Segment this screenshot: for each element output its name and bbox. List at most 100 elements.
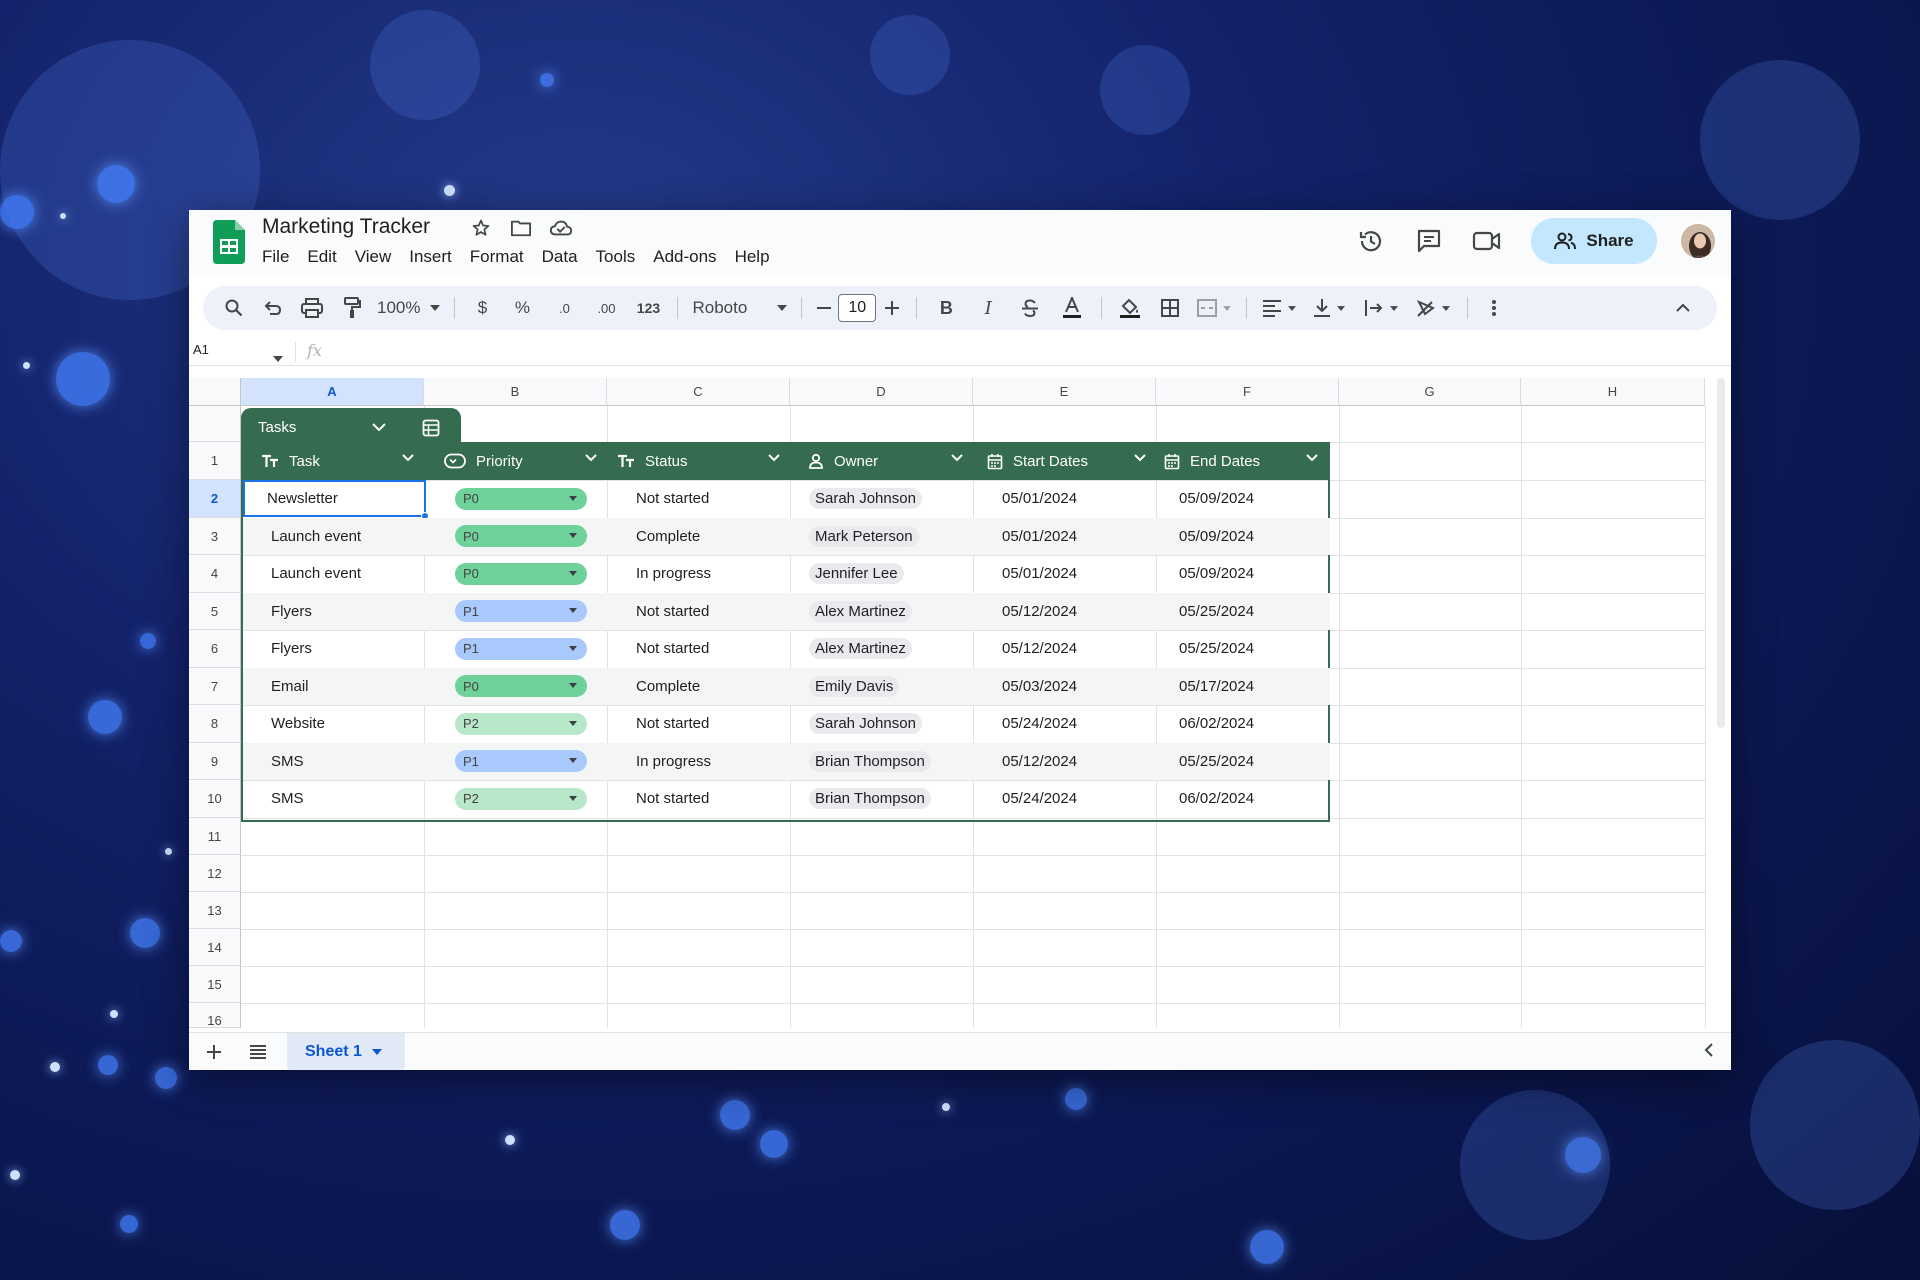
status-cell[interactable]: In progress — [636, 555, 711, 592]
table-row[interactable]: Flyers P1 Not started Alex Martinez 05/1… — [243, 630, 1330, 668]
table-row[interactable]: Website P2 Not started Sarah Johnson 05/… — [243, 705, 1330, 743]
row-header-3[interactable]: 3 — [189, 518, 241, 555]
priority-chip[interactable]: P0 — [455, 487, 587, 510]
menu-add-ons[interactable]: Add-ons — [644, 245, 725, 269]
row-header-14[interactable]: 14 — [189, 929, 241, 966]
column-header-e[interactable]: E — [973, 378, 1156, 406]
column-header-g[interactable]: G — [1339, 378, 1521, 406]
row-header-9[interactable]: 9 — [189, 743, 241, 780]
column-header-d[interactable]: D — [790, 378, 973, 406]
header-task[interactable]: Task — [243, 442, 426, 480]
row-header-10[interactable]: 10 — [189, 780, 241, 818]
table-row[interactable]: Flyers P1 Not started Alex Martinez 05/1… — [243, 592, 1330, 630]
vertical-align-icon[interactable] — [1303, 292, 1355, 324]
header-start-dates[interactable]: Start Dates — [975, 442, 1158, 480]
priority-cell[interactable]: P0 — [455, 518, 587, 555]
status-cell[interactable]: Not started — [636, 593, 709, 630]
task-cell[interactable]: Launch event — [271, 518, 361, 555]
status-cell[interactable]: Complete — [636, 518, 700, 555]
chevron-down-icon[interactable] — [585, 454, 597, 462]
task-cell[interactable]: Website — [271, 705, 325, 742]
priority-cell[interactable]: P2 — [455, 780, 587, 817]
status-cell[interactable]: Not started — [636, 780, 709, 817]
owner-cell[interactable]: Alex Martinez — [809, 630, 912, 667]
folder-move-icon[interactable] — [508, 215, 534, 241]
owner-chip[interactable]: Emily Davis — [809, 675, 900, 697]
table-row[interactable]: Launch event P0 Complete Mark Peterson 0… — [243, 517, 1330, 555]
text-rotation-icon[interactable] — [1407, 292, 1459, 324]
start-date-cell[interactable]: 05/12/2024 — [1002, 630, 1077, 667]
row-header-13[interactable]: 13 — [189, 892, 241, 929]
row-header-6[interactable]: 6 — [189, 630, 241, 668]
row-header-1[interactable]: 1 — [189, 442, 241, 480]
header-end-dates[interactable]: End Dates — [1158, 442, 1330, 480]
owner-cell[interactable]: Brian Thompson — [809, 743, 931, 780]
currency-format-button[interactable]: $ — [463, 292, 501, 324]
chevron-left-icon[interactable] — [1704, 1043, 1713, 1062]
start-date-cell[interactable]: 05/12/2024 — [1002, 743, 1077, 780]
sheets-logo-icon[interactable] — [213, 220, 245, 264]
owner-cell[interactable]: Sarah Johnson — [809, 705, 922, 742]
priority-cell[interactable]: P2 — [455, 705, 587, 742]
row-header-7[interactable]: 7 — [189, 668, 241, 705]
document-title[interactable]: Marketing Tracker — [262, 215, 430, 239]
owner-chip[interactable]: Alex Martinez — [809, 638, 912, 659]
task-cell[interactable]: SMS — [271, 780, 304, 817]
menu-data[interactable]: Data — [533, 245, 587, 269]
search-menus-icon[interactable] — [215, 292, 253, 324]
table-row[interactable]: Newsletter P0 Not started Sarah Johnson … — [243, 480, 1330, 520]
end-date-cell[interactable]: 05/09/2024 — [1179, 555, 1254, 592]
owner-cell[interactable]: Alex Martinez — [809, 593, 912, 630]
start-date-cell[interactable]: 05/03/2024 — [1002, 668, 1077, 705]
end-date-cell[interactable]: 05/25/2024 — [1179, 593, 1254, 630]
menu-insert[interactable]: Insert — [400, 245, 461, 269]
end-date-cell[interactable]: 05/25/2024 — [1179, 630, 1254, 667]
priority-cell[interactable]: P1 — [455, 743, 587, 780]
task-cell[interactable]: Launch event — [271, 555, 361, 592]
italic-button[interactable]: I — [967, 292, 1009, 324]
undo-icon[interactable] — [253, 292, 291, 324]
sheet-tab-sheet-1[interactable]: Sheet 1 — [287, 1033, 405, 1070]
chevron-down-icon[interactable] — [371, 1049, 382, 1055]
collapse-toolbar-icon[interactable] — [1665, 292, 1701, 324]
version-history-icon[interactable] — [1349, 219, 1393, 263]
owner-chip[interactable]: Sarah Johnson — [809, 713, 922, 734]
priority-chip[interactable]: P1 — [455, 600, 587, 622]
meet-video-icon[interactable] — [1465, 219, 1509, 263]
decrease-decimal-button[interactable]: .0 — [543, 292, 585, 324]
share-button[interactable]: Share — [1531, 218, 1657, 264]
star-icon[interactable] — [468, 215, 494, 241]
text-wrapping-icon[interactable] — [1355, 292, 1407, 324]
task-cell[interactable]: Email — [271, 668, 309, 705]
avatar[interactable] — [1679, 222, 1717, 260]
cloud-status-icon[interactable] — [548, 215, 574, 241]
menu-edit[interactable]: Edit — [298, 245, 345, 269]
name-box[interactable]: A1 — [193, 342, 209, 357]
start-date-cell[interactable]: 05/24/2024 — [1002, 705, 1077, 742]
row-header-8[interactable]: 8 — [189, 705, 241, 743]
table-row[interactable]: Launch event P0 In progress Jennifer Lee… — [243, 555, 1330, 593]
priority-chip[interactable]: P1 — [455, 637, 587, 660]
start-date-cell[interactable]: 05/01/2024 — [1002, 555, 1077, 592]
zoom-select[interactable]: 100% — [371, 292, 446, 324]
priority-cell[interactable]: P1 — [455, 630, 587, 667]
owner-chip[interactable]: Alex Martinez — [809, 600, 912, 622]
increase-font-size-icon[interactable] — [876, 292, 908, 324]
horizontal-align-icon[interactable] — [1255, 292, 1303, 324]
owner-chip[interactable]: Brian Thompson — [809, 750, 931, 772]
end-date-cell[interactable]: 06/02/2024 — [1179, 780, 1254, 817]
header-owner[interactable]: Owner — [792, 442, 975, 480]
chevron-down-icon[interactable] — [1134, 454, 1146, 462]
column-header-c[interactable]: C — [607, 378, 790, 406]
text-color-icon[interactable] — [1051, 292, 1093, 324]
row-header-12[interactable]: 12 — [189, 855, 241, 892]
end-date-cell[interactable]: 05/17/2024 — [1179, 668, 1254, 705]
priority-cell[interactable]: P0 — [455, 555, 587, 592]
table-row[interactable]: SMS P1 In progress Brian Thompson 05/12/… — [243, 742, 1330, 780]
more-options-icon[interactable] — [1476, 292, 1512, 324]
task-cell[interactable]: Flyers — [271, 593, 312, 630]
column-header-f[interactable]: F — [1156, 378, 1339, 406]
chevron-down-icon[interactable] — [951, 454, 963, 462]
chevron-down-icon[interactable] — [402, 454, 414, 462]
column-header-a[interactable]: A — [241, 378, 424, 406]
